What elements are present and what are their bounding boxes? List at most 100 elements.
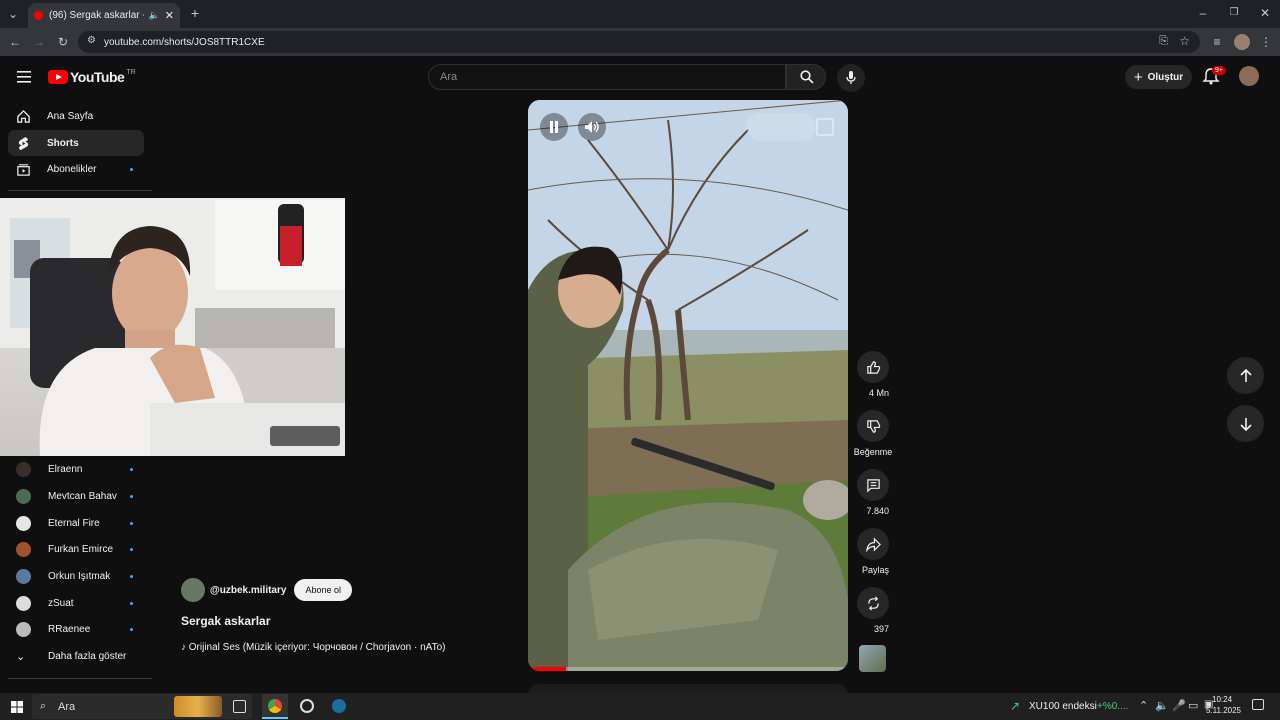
remix-count: 397 <box>873 624 889 634</box>
profile-avatar[interactable] <box>1234 34 1250 50</box>
url-field[interactable]: ⚙ youtube.com/shorts/JOS8TTR1CXE ⎘ ☆ <box>78 31 1200 53</box>
clock-time[interactable]: 10:24 <box>1212 695 1232 704</box>
volume-icon <box>585 121 599 133</box>
subscription-item[interactable]: Elraenn <box>8 458 144 480</box>
close-window-icon[interactable]: ✕ <box>1258 6 1272 20</box>
close-tab-icon[interactable]: ✕ <box>165 9 174 22</box>
restore-icon[interactable]: ❐ <box>1227 6 1241 20</box>
tab-search-icon[interactable]: ⌄ <box>6 7 20 21</box>
comments-button[interactable] <box>857 469 889 501</box>
windows-taskbar: ⌕ Ara ↗ XU100 endeksi +%0.... ⌃ 🔈 🎤 ▭ ▣ … <box>0 693 1280 720</box>
obs-taskbar-icon[interactable] <box>300 699 314 713</box>
bookmark-star-icon[interactable]: ☆ <box>1179 34 1190 48</box>
sidebar-divider <box>8 190 152 191</box>
chrome-taskbar-icon[interactable] <box>262 694 288 719</box>
install-icon[interactable]: ⎘ <box>1159 35 1168 48</box>
subscription-item[interactable]: zSuat <box>8 592 144 614</box>
thumbs-down-icon <box>866 419 880 433</box>
steam-taskbar-icon[interactable] <box>332 699 346 713</box>
like-action[interactable]: 4 Mn <box>857 351 889 401</box>
share-action[interactable]: Paylaş <box>857 528 889 578</box>
ticker-change: +%0.... <box>1097 701 1129 712</box>
youtube-logo[interactable]: YouTube TR <box>48 69 136 85</box>
back-icon[interactable]: ← <box>8 35 22 49</box>
channel-name: RRaenee <box>48 623 91 635</box>
short-music-link[interactable]: ♪ Orijinal Ses (Müzik içeriyor: Чорчовон… <box>181 642 446 653</box>
subscription-item[interactable]: RRaenee <box>8 618 144 640</box>
chrome-logo-icon <box>268 699 282 713</box>
more-options-icon[interactable] <box>746 113 816 141</box>
volume-button[interactable] <box>578 113 606 141</box>
subscription-item[interactable]: Eternal Fire <box>8 512 144 534</box>
dislike-button[interactable] <box>857 410 889 442</box>
channel-avatar <box>16 515 31 531</box>
video-frame-image <box>528 100 848 671</box>
clock-date[interactable]: 5.11.2025 <box>1206 706 1241 715</box>
reading-list-icon[interactable]: ≡ <box>1210 35 1224 49</box>
stock-trend-icon: ↗ <box>1010 699 1021 713</box>
menu-icon[interactable] <box>17 70 31 88</box>
search-input[interactable]: Ara <box>428 64 786 90</box>
sidebar-item-subscriptions[interactable]: Abonelikler <box>8 156 144 182</box>
webcam-overlay <box>0 198 345 456</box>
voice-search-button[interactable] <box>837 64 865 92</box>
taskbar-search-input[interactable]: ⌕ Ara <box>32 694 252 719</box>
browser-menu-icon[interactable]: ⋮ <box>1259 35 1273 49</box>
plus-icon: + <box>1133 68 1143 86</box>
taskbar-search-label: Ara <box>58 700 76 713</box>
channel-avatar <box>16 568 31 584</box>
browser-tab[interactable]: (96) Sergak askarlar - YouTube 🔈 ✕ <box>28 3 180 28</box>
display-icon[interactable]: ▭ <box>1188 699 1198 712</box>
speaker-icon[interactable]: 🔈 <box>1155 699 1169 712</box>
windows-start-icon[interactable] <box>11 701 23 713</box>
sidebar-item-label: Abonelikler <box>47 163 97 175</box>
forward-icon[interactable]: → <box>32 35 46 49</box>
comment-count: 7.840 <box>866 506 889 516</box>
account-avatar[interactable] <box>1239 66 1259 86</box>
channel-avatar[interactable] <box>181 578 205 602</box>
tab-title: (96) Sergak askarlar - YouTube <box>49 10 144 21</box>
streamer-webcam-image <box>0 198 345 456</box>
search-button[interactable] <box>786 64 826 90</box>
reload-icon[interactable]: ↻ <box>56 35 70 49</box>
sidebar-item-shorts[interactable]: Shorts <box>8 130 144 156</box>
remix-button[interactable] <box>857 587 889 619</box>
fullscreen-icon[interactable] <box>816 118 834 136</box>
channel-handle[interactable]: @uzbek.military <box>210 585 286 596</box>
share-button[interactable] <box>857 528 889 560</box>
youtube-page: YouTube TR Ara + Oluştur 9+ Ana Sayfa Sh… <box>0 56 1280 694</box>
subscription-item[interactable]: Mevtcan Bahav <box>8 485 144 507</box>
previous-short-button[interactable] <box>1227 357 1264 394</box>
new-tab-button[interactable]: + <box>188 6 202 20</box>
minimize-icon[interactable]: – <box>1196 6 1210 20</box>
site-info-icon[interactable]: ⚙ <box>87 35 96 46</box>
dislike-action[interactable]: Beğenme <box>854 410 892 460</box>
sound-thumbnail[interactable] <box>859 645 886 672</box>
sidebar-item-home[interactable]: Ana Sayfa <box>8 103 144 129</box>
channel-name: Mevtcan Bahav <box>48 490 117 502</box>
task-view-icon[interactable] <box>233 700 246 713</box>
youtube-play-icon <box>48 70 68 84</box>
mic-tray-icon[interactable]: 🎤 <box>1172 699 1186 712</box>
like-button[interactable] <box>857 351 889 383</box>
comments-action[interactable]: 7.840 <box>857 469 889 519</box>
create-button[interactable]: + Oluştur <box>1125 65 1192 89</box>
notification-center-icon[interactable] <box>1252 699 1264 710</box>
new-content-dot <box>130 601 133 605</box>
channel-avatar <box>16 541 31 557</box>
share-icon <box>865 536 881 552</box>
ticker-name[interactable]: XU100 endeksi <box>1029 701 1097 712</box>
subscription-item[interactable]: Orkun Işıtmak <box>8 565 144 587</box>
next-short-button[interactable] <box>1227 405 1264 442</box>
video-progress-bar[interactable] <box>528 667 848 671</box>
subscribe-button[interactable]: Abone ol <box>294 579 352 601</box>
short-video-player[interactable] <box>528 100 848 671</box>
subscription-item[interactable]: Furkan Emirce <box>8 538 144 560</box>
show-more-button[interactable]: ⌄ Daha fazla göster <box>8 645 144 667</box>
audio-icon[interactable]: 🔈 <box>149 10 160 21</box>
channel-avatar <box>16 621 31 637</box>
tray-chevron-icon[interactable]: ⌃ <box>1139 699 1148 712</box>
remix-action[interactable]: 397 <box>857 587 889 637</box>
thumbs-up-icon <box>866 360 880 374</box>
pause-button[interactable] <box>540 113 568 141</box>
